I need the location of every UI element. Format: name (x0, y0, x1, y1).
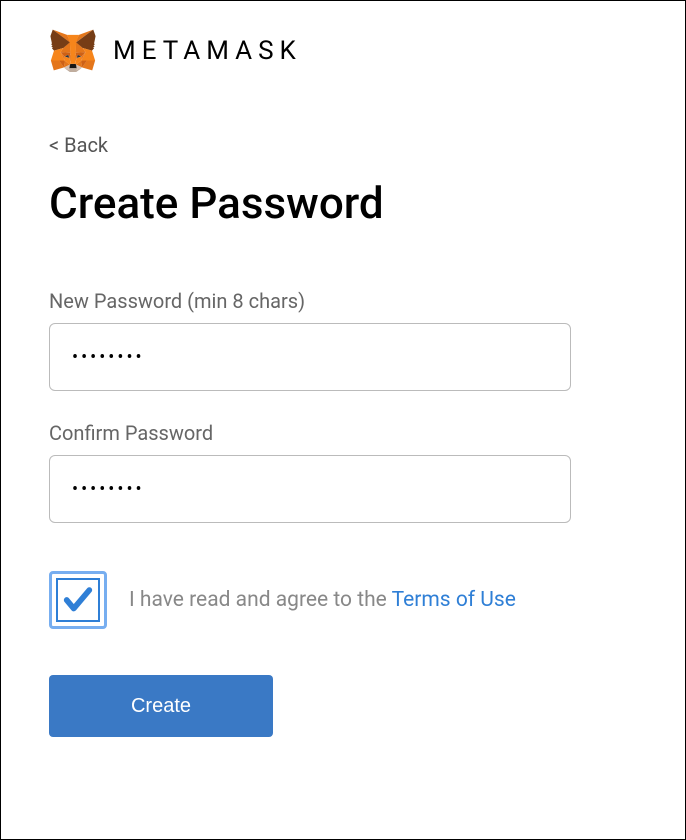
new-password-label: New Password (min 8 chars) (49, 289, 637, 313)
agreement-row: I have read and agree to the Terms of Us… (49, 571, 637, 629)
brand-name: METAMASK (113, 36, 302, 66)
confirm-password-input[interactable]: •••••••• (49, 455, 571, 523)
metamask-fox-icon (49, 29, 97, 73)
app-window: METAMASK < Back Create Password New Pass… (0, 0, 686, 840)
checkmark-icon (61, 583, 95, 617)
checkbox-inner (56, 578, 100, 622)
back-link[interactable]: < Back (49, 133, 108, 157)
terms-checkbox[interactable] (49, 571, 107, 629)
new-password-input[interactable]: •••••••• (49, 323, 571, 391)
app-header: METAMASK (49, 29, 637, 73)
confirm-password-label: Confirm Password (49, 421, 637, 445)
page-title: Create Password (49, 177, 637, 229)
create-button[interactable]: Create (49, 675, 273, 737)
agreement-text: I have read and agree to the Terms of Us… (129, 588, 516, 612)
new-password-value: •••••••• (72, 347, 145, 368)
agreement-prefix: I have read and agree to the (129, 588, 392, 612)
confirm-password-value: •••••••• (72, 479, 145, 500)
confirm-password-group: Confirm Password •••••••• (49, 421, 637, 523)
new-password-group: New Password (min 8 chars) •••••••• (49, 289, 637, 391)
terms-of-use-link[interactable]: Terms of Use (392, 588, 516, 612)
create-button-label: Create (131, 695, 191, 718)
